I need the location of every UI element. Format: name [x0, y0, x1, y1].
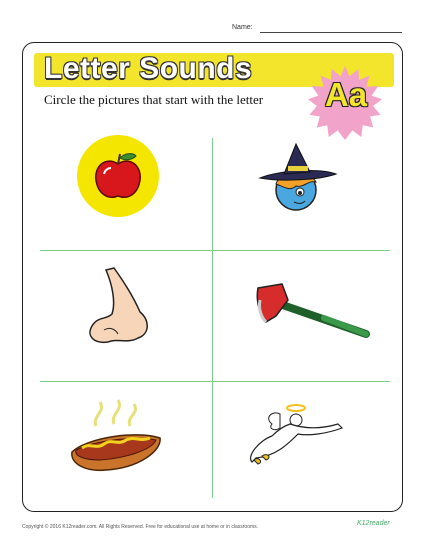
axe-icon[interactable] [254, 282, 374, 344]
apple-icon[interactable] [76, 134, 160, 218]
badge-letters: Aa [324, 76, 368, 113]
nose-icon[interactable] [84, 264, 156, 350]
name-label: Name: [232, 24, 253, 31]
name-field[interactable]: Name: [232, 24, 412, 38]
grid-horizontal-line-2 [40, 381, 390, 382]
page-title: Letter Sounds [44, 52, 253, 85]
name-underline [260, 32, 402, 33]
grid-vertical-line [212, 138, 213, 498]
copyright-text: Copyright © 2016 K12reader.com. All Righ… [22, 524, 259, 530]
grid-horizontal-line-1 [40, 250, 390, 251]
hotdog-icon[interactable] [66, 398, 166, 478]
witch-icon[interactable] [250, 140, 340, 220]
k12reader-logo[interactable]: K12reader [357, 520, 390, 527]
instruction-text: Circle the pictures that start with the … [44, 92, 264, 107]
angel-icon[interactable] [242, 400, 354, 474]
